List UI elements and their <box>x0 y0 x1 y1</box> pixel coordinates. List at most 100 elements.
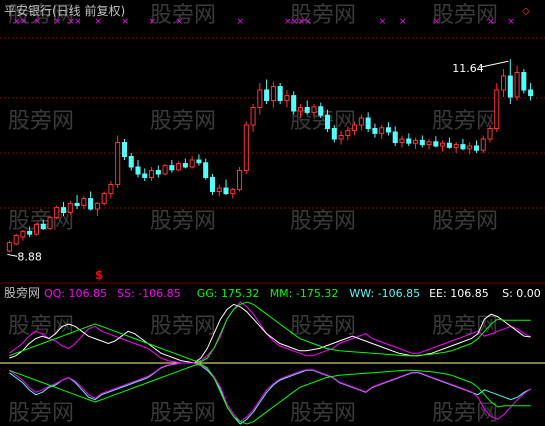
candle-up <box>54 207 60 218</box>
candle-down <box>446 142 452 148</box>
candle-up <box>413 139 419 144</box>
candle-up <box>6 242 12 252</box>
candle-down <box>74 202 80 206</box>
candle-up <box>453 144 459 148</box>
low-price-label: 8.88 <box>17 250 41 263</box>
candle-down <box>528 89 534 97</box>
candle-down <box>203 162 209 179</box>
candle-up <box>426 141 432 146</box>
candle-up <box>501 75 507 91</box>
watermark-text: 股旁网 <box>150 209 216 234</box>
watermark-text: 股旁网 <box>150 109 216 134</box>
candle-up <box>494 89 500 129</box>
readout-1: SS: -106.85 <box>117 287 181 300</box>
candle-down <box>169 165 175 171</box>
chart-stage: 股旁网 股旁网 股旁网 股旁网 股旁网 股旁网 股旁网 股旁网 股旁网 股旁网 股旁网 股旁网 股旁网股… <box>0 0 545 426</box>
candle-up <box>20 230 26 238</box>
candle-down <box>135 166 141 175</box>
candle-up <box>216 187 222 192</box>
candle-up <box>13 235 19 245</box>
candle-down <box>392 131 398 143</box>
watermark-text: 股旁网 <box>150 401 216 426</box>
candle-up <box>47 216 53 230</box>
signal-marker: × <box>304 17 312 27</box>
candle-down <box>61 207 67 214</box>
chart-title: 平安银行(日线 前复权) <box>4 3 125 18</box>
candle-down <box>121 142 127 157</box>
candle-down <box>40 223 46 230</box>
signal-marker: × <box>54 17 62 27</box>
indicator-readouts: QQ: 106.85 SS: -106.85 GG: 175.32 MM: -175.… <box>44 287 541 300</box>
candle-up <box>399 138 405 143</box>
high-price-label: 11.64 <box>452 62 484 75</box>
candle-up <box>297 107 303 112</box>
candle-down <box>473 145 479 151</box>
candle-up <box>176 163 182 171</box>
candle-up <box>352 124 358 132</box>
signal-marker: × <box>74 17 82 27</box>
candle-up <box>270 86 276 101</box>
candle-up <box>189 159 195 168</box>
candle-down <box>182 163 188 168</box>
candle-up <box>284 95 290 101</box>
candle-down <box>196 159 202 164</box>
candle-down <box>365 117 371 129</box>
signal-marker: × <box>237 17 245 27</box>
signal-marker: × <box>507 17 515 27</box>
candle-down <box>507 75 513 98</box>
candle-down <box>88 198 94 210</box>
candle-up <box>243 124 249 171</box>
candle-down <box>521 72 527 91</box>
candle-up <box>115 142 121 185</box>
signal-label: $ <box>95 268 103 282</box>
candle-down <box>155 170 161 175</box>
candle-up <box>257 89 263 108</box>
candle-down <box>406 138 412 144</box>
candle-down <box>318 106 324 116</box>
candle-down <box>372 128 378 134</box>
indicator-name: 股旁网 <box>4 285 40 300</box>
candle-up <box>514 72 520 98</box>
signal-marker: × <box>379 17 387 27</box>
candle-down <box>277 86 283 101</box>
candle-down <box>128 156 134 168</box>
candle-up <box>480 138 486 151</box>
watermark-text: 股旁网 <box>290 209 356 234</box>
candle-up <box>379 127 385 134</box>
watermark-text: 股旁网 <box>290 401 356 426</box>
candle-up <box>162 165 168 175</box>
candle-down <box>142 173 148 178</box>
candle-up <box>440 142 446 147</box>
candle-up <box>250 107 256 126</box>
watermark-text: 股旁网 <box>8 401 74 426</box>
candle-down <box>291 95 297 112</box>
signal-marker: × <box>121 17 129 27</box>
readout-2: GG: 175.32 <box>197 287 260 300</box>
candle-up <box>94 202 100 210</box>
candle-up <box>345 130 351 137</box>
candle-down <box>223 187 229 195</box>
candle-down <box>304 107 310 113</box>
signal-marker: × <box>94 17 102 27</box>
readout-5: EE: 106.85 <box>429 287 489 300</box>
candle-up <box>101 193 107 204</box>
chart-svg: 股旁网 股旁网 股旁网 股旁网股旁网 股旁网 股旁网 股旁网股旁网 股旁网 股旁网 股旁网股旁网股… <box>0 3 545 426</box>
low-pointer-line <box>7 253 18 257</box>
high-pointer-line <box>480 60 509 68</box>
candle-down <box>264 89 270 101</box>
readout-0: QQ: 106.85 <box>44 287 107 300</box>
candle-down <box>209 177 215 192</box>
signal-marker: × <box>433 17 441 27</box>
readout-6: S: 0.00 <box>502 287 541 300</box>
candle-up <box>230 188 236 195</box>
candle-up <box>311 106 317 113</box>
candle-down <box>325 114 331 129</box>
diamond-icon: ◇ <box>522 6 530 17</box>
candle-down <box>27 230 33 235</box>
candle-down <box>460 144 466 150</box>
candle-up <box>33 223 39 235</box>
candle-down <box>433 141 439 147</box>
candle-up <box>149 170 155 178</box>
watermark-text: 股旁网 <box>432 209 498 234</box>
watermark-text: 股旁网 <box>290 314 356 339</box>
